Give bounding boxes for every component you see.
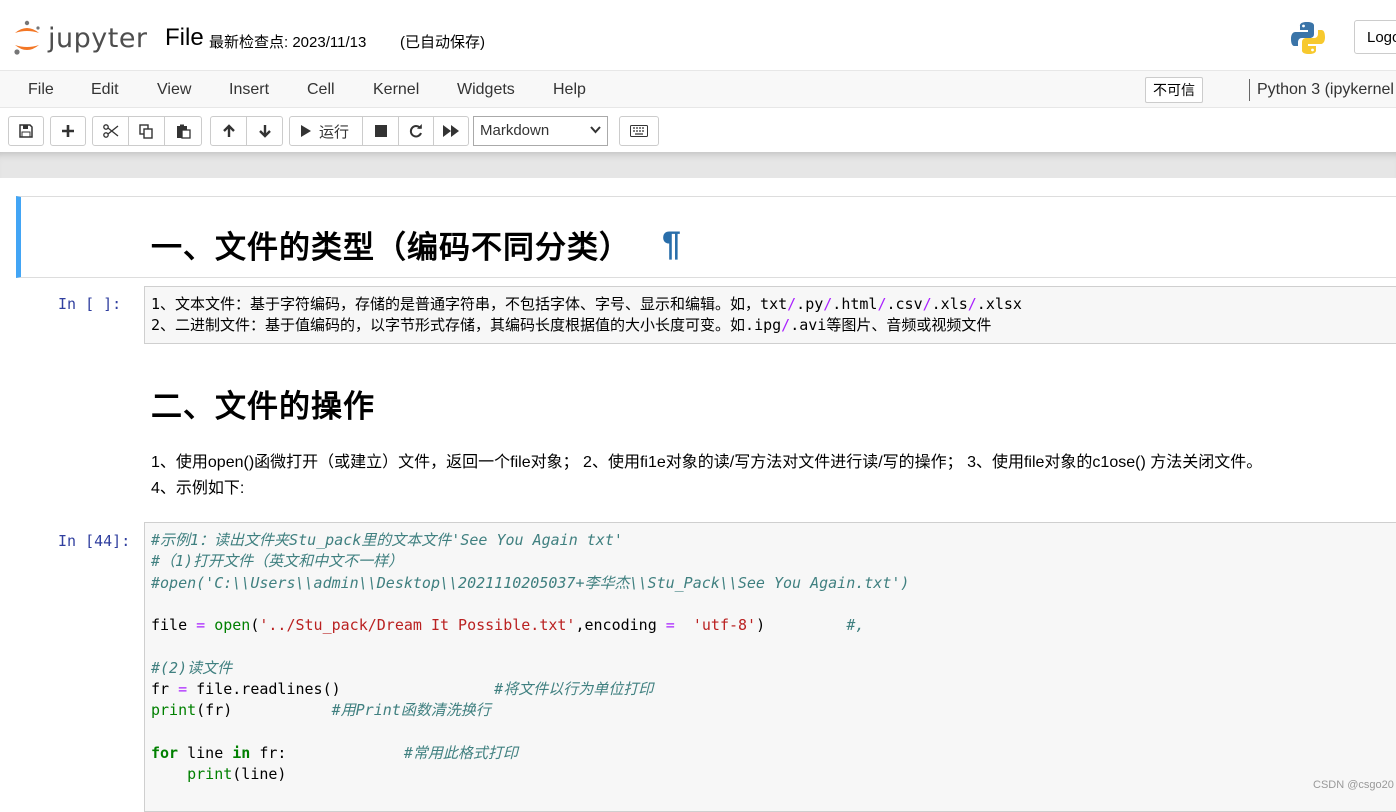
jupyter-logo[interactable]: jupyter (12, 18, 148, 58)
code-line: #（1)打开文件（英文和中文不一样） (151, 552, 404, 571)
fast-forward-icon (443, 125, 459, 137)
menu-widgets[interactable]: Widgets (457, 71, 515, 108)
paste-icon (176, 124, 191, 139)
paste-button[interactable] (164, 116, 202, 146)
logout-button[interactable]: Logo (1354, 20, 1396, 54)
raw-cell-prompt: In [ ]: (58, 295, 122, 313)
menu-edit[interactable]: Edit (91, 71, 119, 108)
code-line: fr = file.readlines() #将文件以行为单位打印 (151, 680, 654, 699)
markdown-paragraph: 1、使用open()函微打开（或建立）文件，返回一个file对象； 2、使用fi… (151, 450, 1262, 502)
autosave-status: (已自动保存) (400, 34, 485, 51)
plus-icon (62, 125, 74, 137)
raw-cell-text: 1、文本文件：基于字符编码，存储的是普通字符串，不包括字体、字号、显示和编辑。如… (151, 294, 1022, 336)
command-palette-button[interactable] (619, 116, 659, 146)
menu-kernel[interactable]: Kernel (373, 71, 419, 108)
menu-insert[interactable]: Insert (229, 71, 269, 108)
chevron-down-icon (590, 126, 601, 134)
code-line: #open('C:\\Users\\admin\\Desktop\\202111… (151, 573, 910, 592)
code-line: #(2)读文件 (151, 658, 233, 677)
paragraph-line: 1、使用open()函微打开（或建立）文件，返回一个file对象； 2、使用fi… (151, 454, 1263, 471)
kernel-indicator[interactable]: Python 3 (ipykernel (1257, 71, 1394, 108)
stop-icon (374, 125, 387, 137)
run-button-label: 运行 (319, 123, 350, 141)
notebook-background (0, 152, 1396, 178)
notebook-name[interactable]: File (165, 24, 204, 52)
code-line: for line in fr: #常用此格式打印 (151, 743, 518, 762)
cut-button[interactable] (92, 116, 129, 146)
run-button[interactable]: 运行 (289, 116, 363, 146)
cell-type-select[interactable]: Markdown (473, 116, 608, 146)
restart-run-all-button[interactable] (433, 116, 469, 146)
save-button[interactable] (8, 116, 44, 146)
code-line: file = open('../Stu_pack/Dream It Possib… (151, 616, 865, 635)
header: jupyter File 最新检查点: 2023/11/13 (已自动保存) L… (0, 0, 1396, 70)
code-cell-prompt: In [44]: (58, 532, 131, 550)
keyboard-icon (630, 125, 648, 137)
scissors-icon (102, 124, 118, 138)
kernel-divider (1249, 79, 1250, 101)
save-icon (19, 124, 33, 138)
code-cell-source: #示例1：读出文件夹Stu_pack里的文本文件'See You Again t… (151, 530, 909, 786)
run-icon (301, 125, 311, 137)
code-line: print(line) (187, 765, 287, 784)
menu-cell[interactable]: Cell (307, 71, 335, 108)
menubar: File Edit View Insert Cell Kernel Widget… (0, 70, 1396, 108)
arrow-up-icon (222, 124, 235, 137)
menu-help[interactable]: Help (553, 71, 586, 108)
restart-button[interactable] (398, 116, 434, 146)
menu-file[interactable]: File (28, 71, 54, 108)
heading-file-types: 一、文件的类型（编码不同分类） (151, 230, 631, 265)
menu-view[interactable]: View (157, 71, 191, 108)
checkpoint-status: 最新检查点: 2023/11/13 (209, 34, 367, 51)
restart-icon (409, 124, 422, 138)
trust-indicator[interactable]: 不可信 (1145, 77, 1203, 103)
arrow-down-icon (258, 125, 271, 138)
code-line: #示例1：读出文件夹Stu_pack里的文本文件'See You Again t… (151, 531, 623, 549)
jupyter-logo-text: jupyter (48, 22, 148, 54)
paragraph-line: 4、示例如下: (151, 480, 245, 497)
toolbar: 运行 (0, 108, 1396, 152)
insert-cell-button[interactable] (50, 116, 86, 146)
heading-file-operations: 二、文件的操作 (151, 389, 375, 424)
cell-type-value: Markdown (480, 122, 550, 139)
watermark: CSDN @csgo20 (1313, 779, 1394, 791)
move-down-button[interactable] (246, 116, 283, 146)
raw-cell-line: 1、文本文件：基于字符编码，存储的是普通字符串，不包括字体、字号、显示和编辑。如… (151, 295, 1022, 313)
copy-icon (139, 123, 153, 139)
python-logo-icon (1291, 22, 1325, 54)
move-up-button[interactable] (210, 116, 247, 146)
raw-cell-line: 2、二进制文件：基于值编码的，以字节形式存储，其编码长度根据值的大小长度可变。如… (151, 316, 992, 334)
heading-anchor-link[interactable]: ¶ (662, 225, 681, 264)
interrupt-button[interactable] (362, 116, 399, 146)
code-line: print(fr) #用Print函数清洗换行 (151, 701, 491, 720)
copy-button[interactable] (128, 116, 165, 146)
jupyter-logo-icon (14, 20, 40, 55)
